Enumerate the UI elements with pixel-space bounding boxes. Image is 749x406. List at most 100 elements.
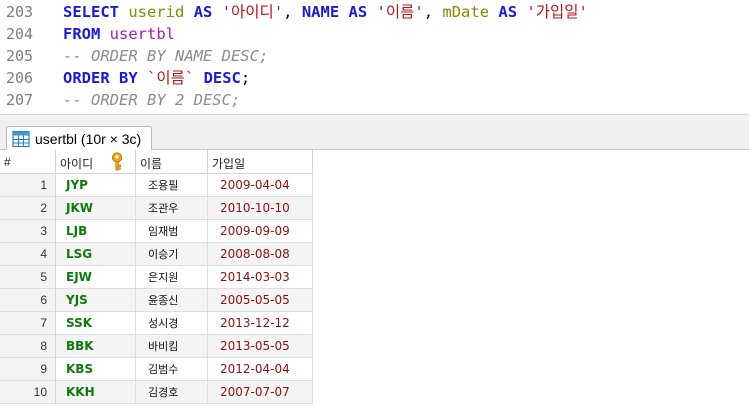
cell-date[interactable]: 2009-04-04 — [208, 174, 313, 197]
row-number[interactable]: 9 — [0, 358, 56, 381]
line-number: 207 — [6, 91, 34, 109]
table-row[interactable]: 7 SSK 성시경 2013-12-12 — [0, 312, 313, 335]
row-number[interactable]: 3 — [0, 220, 56, 243]
result-tab-strip: usertbl (10r × 3c) — [0, 114, 749, 151]
code-line[interactable]: 203 SELECT userid AS '아이디', NAME AS '이름'… — [0, 1, 749, 24]
cell-date[interactable]: 2007-07-07 — [208, 381, 313, 404]
cell-userid[interactable]: JKW — [56, 197, 136, 220]
cell-name[interactable]: 윤종신 — [136, 289, 208, 312]
table-row[interactable]: 9 KBS 김범수 2012-04-04 — [0, 358, 313, 381]
cell-date[interactable]: 2005-05-05 — [208, 289, 313, 312]
sql-token: '가입일' — [526, 3, 588, 21]
primary-key-icon — [109, 152, 125, 171]
cell-date[interactable]: 2013-12-12 — [208, 312, 313, 335]
row-number[interactable]: 2 — [0, 197, 56, 220]
row-number[interactable]: 5 — [0, 266, 56, 289]
cell-name[interactable]: 김범수 — [136, 358, 208, 381]
cell-name[interactable]: 조용필 — [136, 174, 208, 197]
cell-name[interactable]: 조관우 — [136, 197, 208, 220]
table-row[interactable]: 1 JYP 조용필 2009-04-04 — [0, 174, 313, 197]
header-label: # — [4, 155, 11, 169]
row-number[interactable]: 7 — [0, 312, 56, 335]
table-grid-icon — [12, 130, 30, 148]
column-header-name[interactable]: 이름 — [136, 150, 208, 174]
cell-date[interactable]: 2013-05-05 — [208, 335, 313, 358]
sql-token: , — [283, 3, 302, 21]
line-number: 203 — [6, 3, 34, 21]
cell-userid[interactable]: YJS — [56, 289, 136, 312]
table-row[interactable]: 3 LJB 임재범 2009-09-09 — [0, 220, 313, 243]
cell-name[interactable]: 바비킴 — [136, 335, 208, 358]
column-header-userid[interactable]: 아이디 — [56, 150, 136, 174]
result-grid[interactable]: # 아이디 이름 가입일 1 JYP 조용필 2009-04-04 2 JKW … — [0, 150, 749, 406]
code-text[interactable]: FROM usertbl — [63, 23, 175, 46]
tab-usertbl-result[interactable]: usertbl (10r × 3c) — [6, 126, 152, 151]
sql-token: , — [423, 3, 443, 21]
code-text[interactable]: -- ORDER BY 2 DESC; — [63, 89, 240, 112]
cell-userid[interactable]: LJB — [56, 220, 136, 243]
cell-name[interactable]: 이승기 — [136, 243, 208, 266]
table-row[interactable]: 6 YJS 윤종신 2005-05-05 — [0, 289, 313, 312]
sql-token: AS — [348, 3, 368, 21]
sql-token: FROM — [63, 25, 101, 43]
cell-name[interactable]: 김경호 — [136, 381, 208, 404]
cell-userid[interactable]: JYP — [56, 174, 136, 197]
code-text[interactable]: -- ORDER BY NAME DESC; — [63, 45, 268, 68]
row-number[interactable]: 10 — [0, 381, 56, 404]
header-label: 아이디 — [60, 157, 94, 171]
sql-token: AS — [193, 3, 213, 21]
cell-date[interactable]: 2009-09-09 — [208, 220, 313, 243]
row-number[interactable]: 8 — [0, 335, 56, 358]
cell-date[interactable]: 2008-08-08 — [208, 243, 313, 266]
line-number: 206 — [6, 69, 34, 87]
cell-date[interactable]: 2010-10-10 — [208, 197, 313, 220]
sql-token: '아이디' — [221, 3, 284, 21]
cell-userid[interactable]: BBK — [56, 335, 136, 358]
cell-name[interactable]: 성시경 — [136, 312, 208, 335]
sql-token: ; — [240, 69, 251, 87]
cell-userid[interactable]: KKH — [56, 381, 136, 404]
line-number: 205 — [6, 47, 34, 65]
cell-userid[interactable]: KBS — [56, 358, 136, 381]
code-line[interactable]: 207 -- ORDER BY 2 DESC; — [0, 89, 749, 112]
cell-name[interactable]: 은지원 — [136, 266, 208, 289]
table-row[interactable]: 2 JKW 조관우 2010-10-10 — [0, 197, 313, 220]
row-number[interactable]: 6 — [0, 289, 56, 312]
column-header-date[interactable]: 가입일 — [208, 150, 313, 174]
tab-label: usertbl (10r × 3c) — [35, 131, 142, 147]
code-text[interactable]: ORDER BY `이름` DESC; — [63, 67, 250, 90]
sql-token: ORDER — [63, 69, 110, 87]
sql-token: BY — [119, 69, 138, 87]
row-number-header[interactable]: # — [0, 150, 56, 174]
code-text[interactable]: SELECT userid AS '아이디', NAME AS '이름', mD… — [63, 1, 588, 24]
table-row[interactable]: 4 LSG 이승기 2008-08-08 — [0, 243, 313, 266]
sql-editor[interactable]: 203 SELECT userid AS '아이디', NAME AS '이름'… — [0, 0, 749, 113]
table-row[interactable]: 10 KKH 김경호 2007-07-07 — [0, 381, 313, 404]
sql-token: AS — [498, 3, 518, 21]
cell-userid[interactable]: LSG — [56, 243, 136, 266]
sql-token: SELECT — [63, 3, 119, 21]
cell-date[interactable]: 2012-04-04 — [208, 358, 313, 381]
cell-userid[interactable]: EJW — [56, 266, 136, 289]
row-number[interactable]: 4 — [0, 243, 56, 266]
code-line[interactable]: 205 -- ORDER BY NAME DESC; — [0, 45, 749, 68]
cell-name[interactable]: 임재범 — [136, 220, 208, 243]
table-row[interactable]: 5 EJW 은지원 2014-03-03 — [0, 266, 313, 289]
header-label: 이름 — [140, 157, 163, 171]
table-row[interactable]: 8 BBK 바비킴 2013-05-05 — [0, 335, 313, 358]
cell-userid[interactable]: SSK — [56, 312, 136, 335]
code-line[interactable]: 204 FROM usertbl — [0, 23, 749, 46]
cell-date[interactable]: 2014-03-03 — [208, 266, 313, 289]
row-number[interactable]: 1 — [0, 174, 56, 197]
header-label: 가입일 — [212, 157, 246, 171]
sql-token: usertbl — [109, 25, 175, 43]
code-line[interactable]: 206 ORDER BY `이름` DESC; — [0, 67, 749, 90]
